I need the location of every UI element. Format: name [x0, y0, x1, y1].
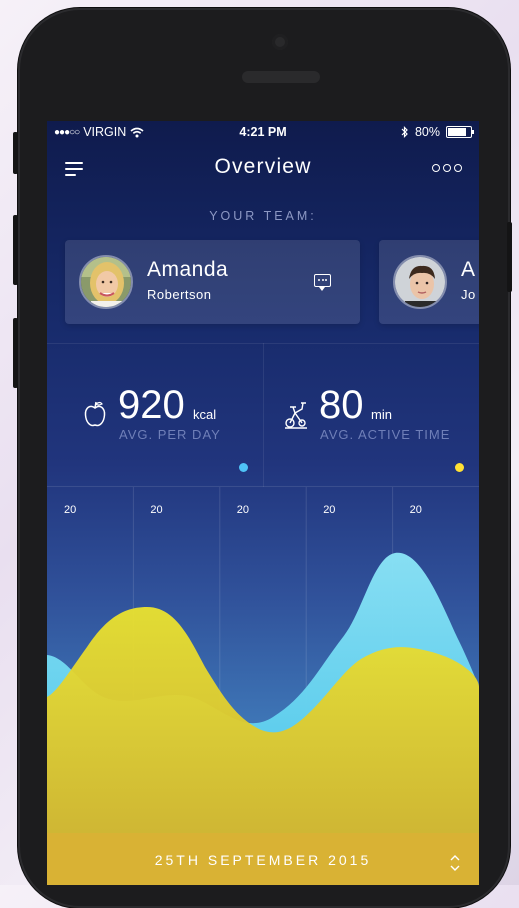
- selected-date: 25TH SEPTEMBER 2015: [154, 852, 372, 868]
- message-icon[interactable]: [314, 274, 331, 291]
- volume-down-button: [13, 318, 18, 388]
- calories-series-dot: [239, 463, 248, 472]
- member-last-name: Jo: [461, 287, 476, 302]
- chart-column-label: 20: [323, 504, 335, 516]
- nav-bar: Overview: [47, 151, 479, 185]
- calories-stat: 920 kcal AVG. PER DAY: [47, 343, 263, 487]
- activity-area-chart: 20 20 20 20 20: [47, 487, 479, 833]
- more-options-icon[interactable]: [432, 164, 462, 172]
- earpiece-speaker: [242, 71, 320, 83]
- calories-value: 920: [118, 383, 185, 427]
- calories-unit: kcal: [193, 407, 217, 422]
- active-time-stat: 80 min AVG. ACTIVE TIME: [263, 343, 479, 487]
- battery-percent: 80%: [414, 125, 440, 139]
- member-last-name: Robertson: [147, 287, 212, 302]
- bluetooth-icon: [401, 126, 408, 138]
- front-camera: [272, 34, 288, 50]
- chart-column-label: 20: [410, 504, 422, 516]
- member-first-name: Amanda: [147, 258, 229, 281]
- date-footer[interactable]: 25TH SEPTEMBER 2015: [47, 833, 479, 885]
- chart-column-label: 20: [150, 504, 162, 516]
- battery-icon: [446, 126, 474, 138]
- apple-icon: [84, 401, 106, 427]
- member-first-name: A: [461, 258, 476, 281]
- active-time-caption: AVG. ACTIVE TIME: [320, 427, 451, 442]
- exercise-bike-icon: [285, 402, 307, 429]
- mute-switch: [13, 132, 18, 174]
- status-bar: ●●●○○ VIRGIN 4:21 PM 80%: [47, 121, 479, 143]
- active-time-value: 80: [319, 383, 364, 427]
- active-time-series-dot: [455, 463, 464, 472]
- chart-column-label: 20: [237, 504, 249, 516]
- avatar: [79, 255, 133, 309]
- team-member-card[interactable]: A Jo: [379, 240, 479, 324]
- calories-caption: AVG. PER DAY: [119, 427, 221, 442]
- app-screen: ●●●○○ VIRGIN 4:21 PM 80% Overview YOUR T…: [47, 121, 479, 885]
- active-time-unit: min: [371, 407, 392, 422]
- chart-column-label: 20: [64, 504, 76, 516]
- avatar: [393, 255, 447, 309]
- volume-up-button: [13, 215, 18, 285]
- power-button: [507, 222, 512, 292]
- date-switcher-icon[interactable]: [449, 853, 461, 873]
- page-title: Overview: [214, 155, 312, 178]
- team-member-card[interactable]: Amanda Robertson: [65, 240, 360, 324]
- team-section-label: YOUR TEAM:: [209, 209, 317, 223]
